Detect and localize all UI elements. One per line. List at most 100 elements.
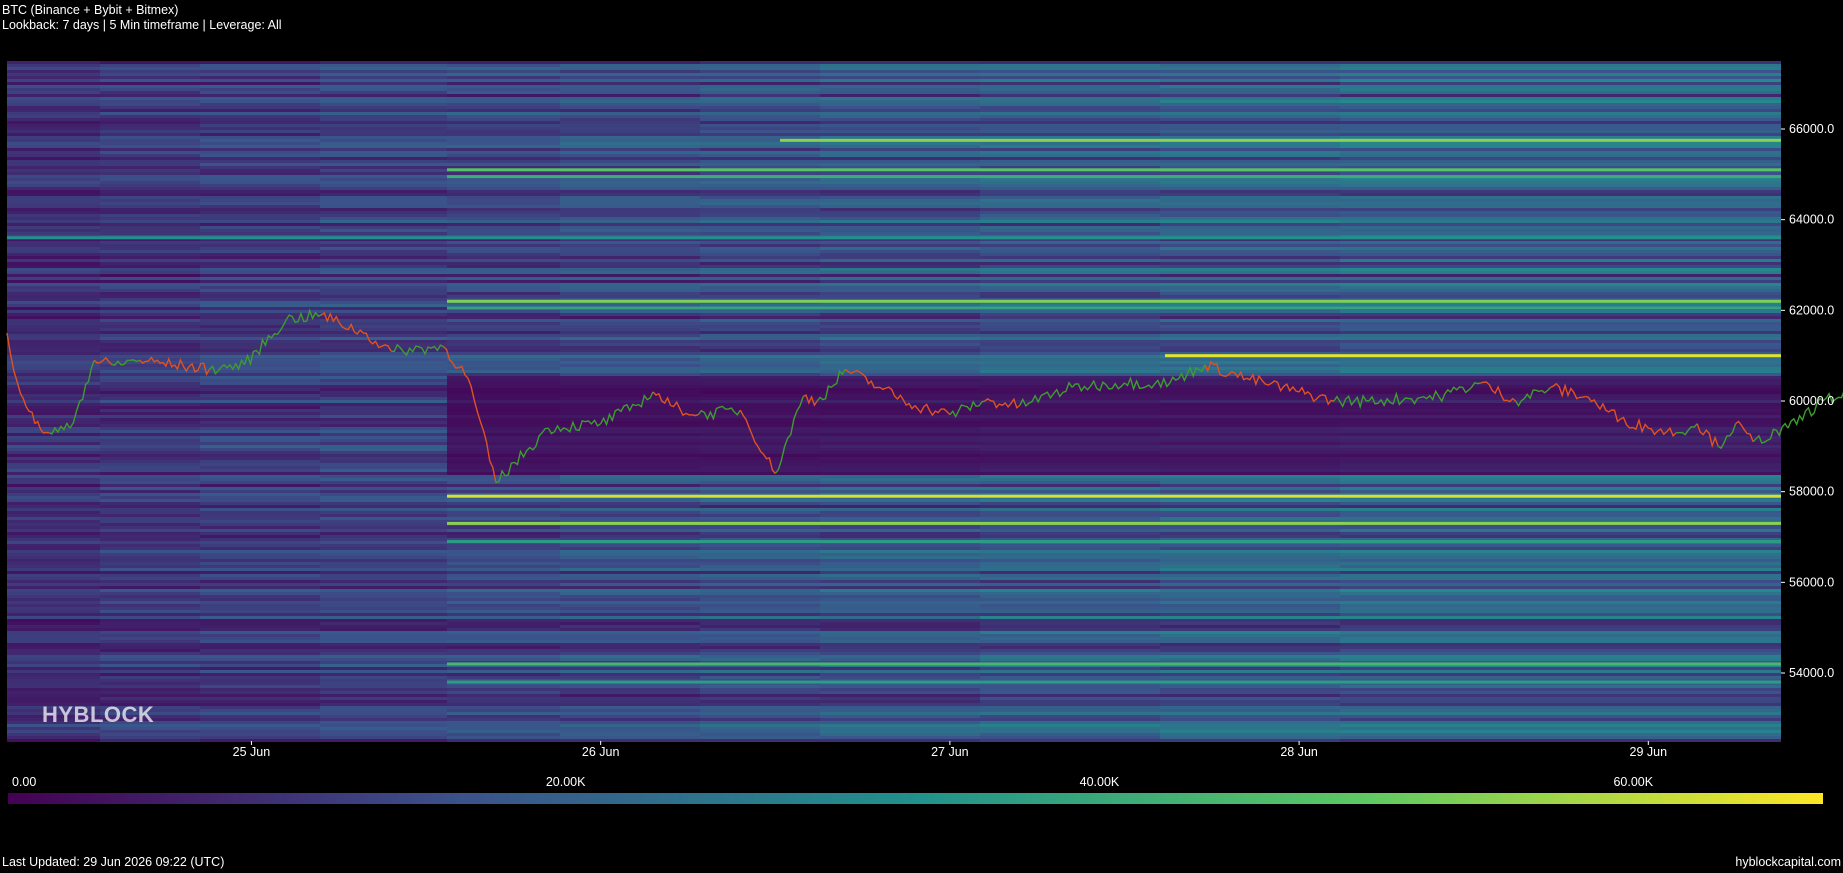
heatmap-band-2225 bbox=[320, 667, 447, 670]
heatmap-band-273 bbox=[1160, 133, 1340, 136]
heatmap-band-471 bbox=[1160, 187, 1340, 190]
heatmap-band-2112 bbox=[7, 637, 100, 640]
heatmap-band-1682 bbox=[1340, 517, 1781, 520]
heatmap-band-1155 bbox=[7, 376, 100, 379]
heatmap-band-2477 bbox=[200, 736, 320, 739]
heatmap-band-1639 bbox=[7, 508, 100, 511]
heatmap-band-2280 bbox=[320, 682, 447, 685]
heatmap-band-1391 bbox=[560, 439, 700, 442]
heatmap-band-1994 bbox=[320, 604, 447, 607]
heatmap-band-1981 bbox=[100, 601, 200, 604]
heatmap-band-1261 bbox=[820, 403, 980, 406]
heatmap-band-863 bbox=[560, 295, 700, 298]
heatmap-band-2311 bbox=[100, 691, 200, 694]
heatmap-band-1354 bbox=[100, 430, 200, 433]
heatmap-band-733 bbox=[820, 259, 980, 262]
heatmap-band-1176 bbox=[1340, 379, 1781, 382]
heatmap-band-1673 bbox=[100, 517, 200, 520]
heatmap-band-1406 bbox=[1160, 442, 1340, 445]
heatmap-band-467 bbox=[560, 187, 700, 190]
heatmap-band-801 bbox=[1160, 277, 1340, 280]
heatmap-band-432 bbox=[320, 178, 447, 181]
heatmap-band-1455 bbox=[320, 457, 447, 460]
heatmap-band-1269 bbox=[447, 406, 560, 409]
heatmap-band-398 bbox=[200, 169, 320, 172]
heatmap-band-2199 bbox=[1340, 658, 1781, 661]
heatmap-band-2422 bbox=[200, 721, 320, 724]
heatmap-band-767 bbox=[980, 268, 1160, 271]
heatmap-band-2073 bbox=[560, 625, 700, 628]
heatmap-band-99 bbox=[7, 88, 100, 91]
heatmap-band-1516 bbox=[1160, 472, 1340, 475]
heatmap-band-1947 bbox=[7, 592, 100, 595]
heatmap-band-1474 bbox=[7, 463, 100, 466]
heatmap-band-147 bbox=[447, 100, 560, 103]
heatmap-band-2321 bbox=[7, 694, 100, 697]
heatmap-band-861 bbox=[320, 295, 447, 298]
heatmap-band-2087 bbox=[980, 628, 1160, 631]
heatmap-band-2228 bbox=[700, 667, 820, 670]
heatmap-band-853 bbox=[700, 292, 820, 295]
heatmap-band-455 bbox=[447, 184, 560, 187]
heatmap-band-450 bbox=[1340, 181, 1781, 184]
heatmap-band-89 bbox=[100, 85, 200, 88]
heatmap-band-1085 bbox=[820, 355, 980, 358]
heatmap-band-1394 bbox=[980, 439, 1160, 442]
heatmap-band-880 bbox=[7, 301, 100, 304]
heatmap-band-2088 bbox=[1160, 628, 1340, 631]
heatmap-band-276 bbox=[100, 136, 200, 139]
heatmap-band-184 bbox=[980, 109, 1160, 112]
heatmap-band-2105 bbox=[447, 634, 560, 637]
heatmap-band-95 bbox=[820, 85, 980, 88]
heatmap-band-2382 bbox=[700, 709, 820, 712]
heatmap-band-266 bbox=[200, 133, 320, 136]
heatmap-band-1997 bbox=[700, 604, 820, 607]
heatmap-band-72 bbox=[700, 79, 820, 82]
heatmap-band-1729 bbox=[200, 532, 320, 535]
heatmap-band-333 bbox=[320, 151, 447, 154]
heatmap-band-776 bbox=[700, 271, 820, 274]
heatmap-band-687 bbox=[560, 247, 700, 250]
heatmap-band-1837 bbox=[7, 562, 100, 565]
heatmap-band-487 bbox=[320, 193, 447, 196]
heatmap-band-2341 bbox=[1160, 697, 1340, 700]
heatmap-band-814 bbox=[7, 283, 100, 286]
heatmap-band-2346 bbox=[320, 700, 447, 703]
heatmap-band-1862 bbox=[320, 568, 447, 571]
heatmap-band-1445 bbox=[447, 454, 560, 457]
heatmap-band-1513 bbox=[700, 472, 820, 475]
heatmap-band-1056 bbox=[7, 349, 100, 352]
heatmap-band-303 bbox=[700, 142, 820, 145]
heatmap-band-787 bbox=[700, 274, 820, 277]
heatmap-band-143 bbox=[7, 100, 100, 103]
heatmap-band-247 bbox=[560, 127, 700, 130]
heatmap-band-2494 bbox=[980, 739, 1160, 742]
heatmap-band-1988 bbox=[980, 601, 1160, 604]
heatmap-band-2452 bbox=[1340, 727, 1781, 730]
heatmap-band-902 bbox=[7, 307, 100, 310]
heatmap-band-1535 bbox=[700, 478, 820, 481]
site-link[interactable]: hyblockcapital.com bbox=[1735, 855, 1841, 869]
heatmap-band-62 bbox=[820, 76, 980, 79]
heatmap-band-1489 bbox=[447, 466, 560, 469]
heatmap-band-1634 bbox=[700, 505, 820, 508]
heatmap-band-198 bbox=[7, 115, 100, 118]
heatmap-band-897 bbox=[700, 304, 820, 307]
heatmap-band-1547 bbox=[820, 481, 980, 484]
heatmap-band-1382 bbox=[820, 436, 980, 439]
heatmap-band-2065 bbox=[980, 622, 1160, 625]
heatmap-band-1854 bbox=[700, 565, 820, 568]
heatmap-band-1340 bbox=[1160, 424, 1340, 427]
heatmap-band-859 bbox=[100, 295, 200, 298]
heatmap-band-1232 bbox=[7, 397, 100, 400]
heatmap-band-2166 bbox=[1340, 649, 1781, 652]
heatmap-band-484 bbox=[7, 193, 100, 196]
heatmap-band-2072 bbox=[447, 625, 560, 628]
liquidation-heatmap[interactable]: 54000.056000.058000.060000.062000.064000… bbox=[0, 0, 1843, 770]
heatmap-band-1387 bbox=[100, 439, 200, 442]
heatmap-band-443 bbox=[320, 181, 447, 184]
heatmap-band-1033 bbox=[1340, 340, 1781, 343]
heatmap-band-2152 bbox=[820, 646, 980, 649]
heatmap-band-238 bbox=[820, 124, 980, 127]
heatmap-band-795 bbox=[320, 277, 447, 280]
